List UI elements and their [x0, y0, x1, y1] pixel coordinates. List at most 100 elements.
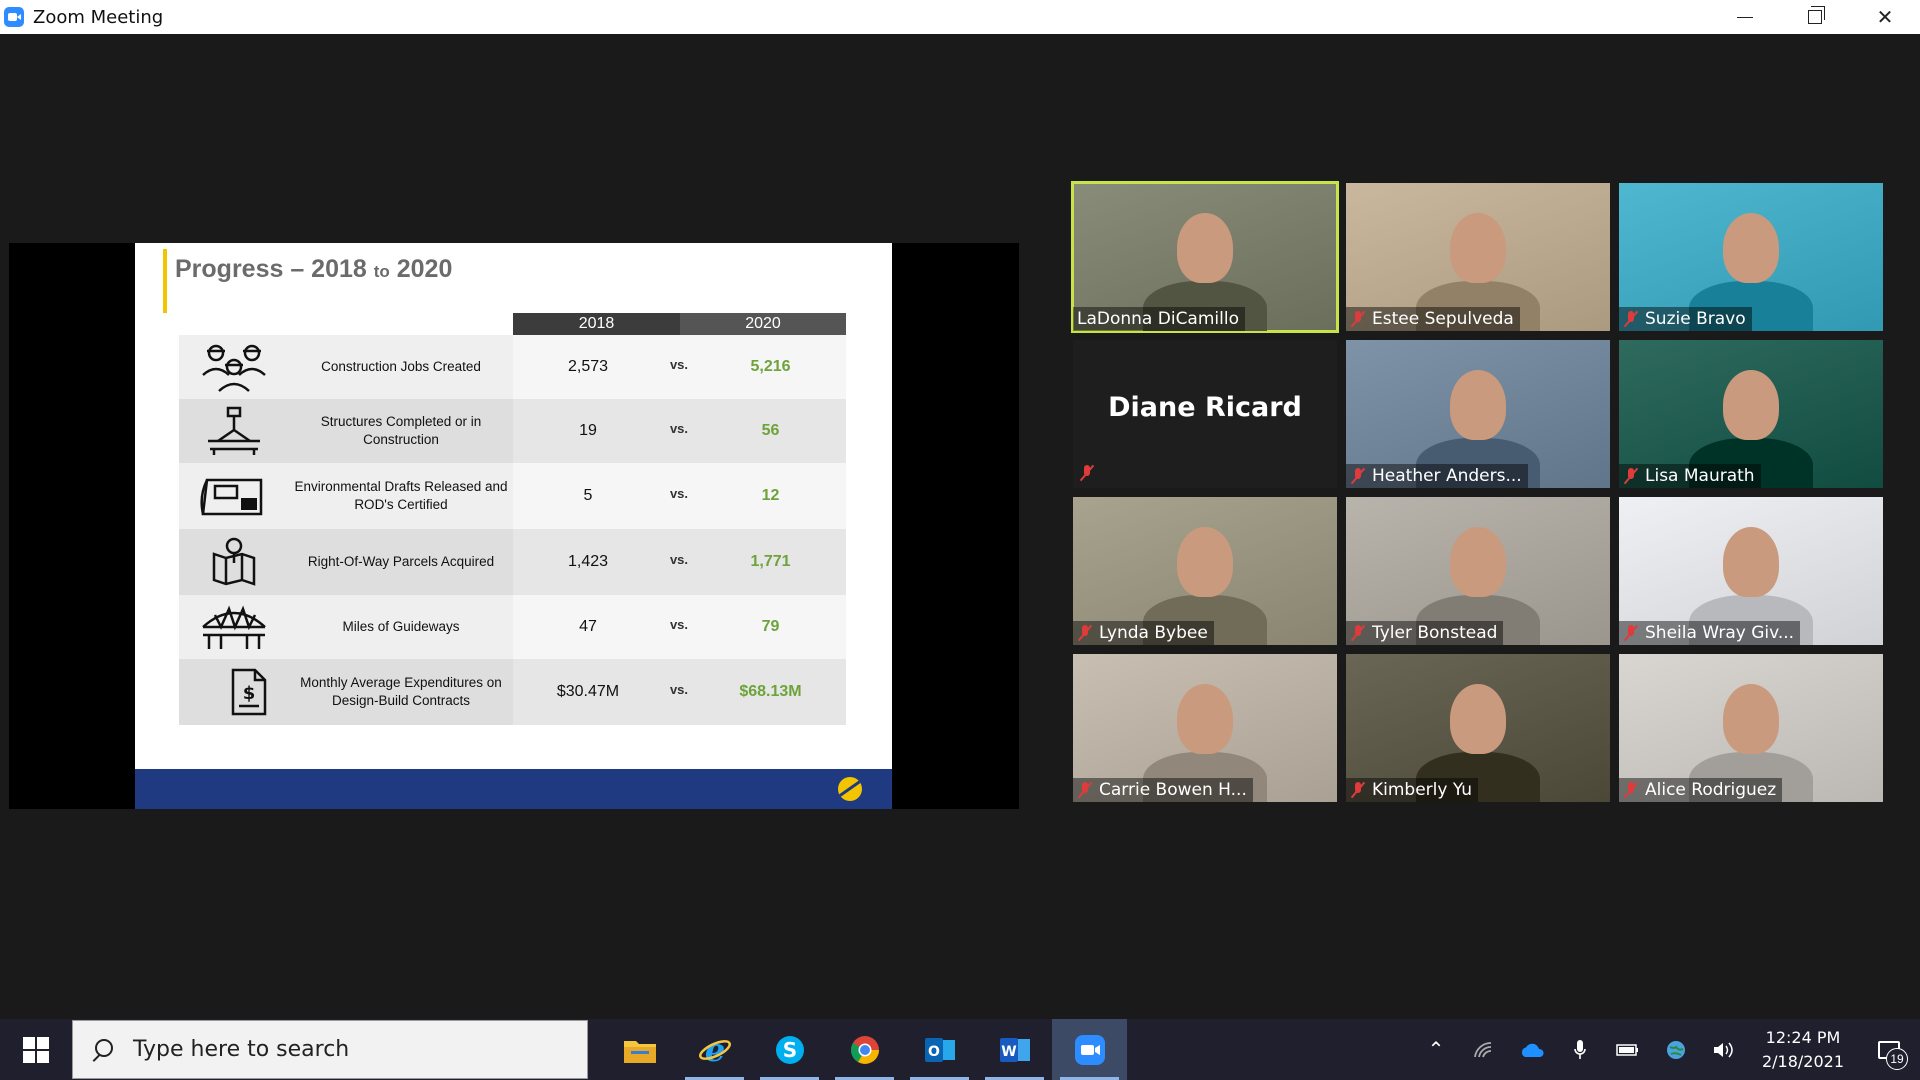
shared-screen[interactable]: Progress – 2018 to 2020 2018 2020 Constr…	[9, 243, 1019, 809]
network-globe-icon[interactable]	[1652, 1019, 1700, 1080]
outlook-icon: O	[924, 1037, 955, 1062]
value-2018: 2,573	[567, 358, 609, 375]
file-explorer-button[interactable]	[602, 1019, 677, 1080]
participant-name-large: Diane Ricard	[1108, 392, 1302, 423]
vs-label: vs.	[669, 681, 689, 697]
outlook-button[interactable]: O	[902, 1019, 977, 1080]
participant-tile[interactable]: Estee Sepulveda	[1346, 183, 1610, 331]
header-2018: 2018	[513, 313, 680, 335]
participant-name: Sheila Wray Giv...	[1645, 623, 1795, 643]
muted-mic-icon	[1350, 467, 1366, 485]
action-center-button[interactable]: 19	[1858, 1019, 1920, 1080]
participant-name-bar: Alice Rodriguez	[1619, 778, 1783, 802]
word-icon: W	[999, 1037, 1030, 1062]
table-row: $ Monthly Average Expenditures on Design…	[179, 659, 846, 725]
window-titlebar[interactable]: Zoom Meeting ✕	[0, 0, 1920, 34]
participant-name: Kimberly Yu	[1372, 780, 1473, 800]
participant-tile[interactable]: Lisa Maurath	[1619, 340, 1883, 488]
participant-tile[interactable]: Sheila Wray Giv...	[1619, 497, 1883, 645]
participant-video-head	[1177, 684, 1233, 754]
svg-text:S: S	[782, 1038, 796, 1062]
skype-button[interactable]: S	[752, 1019, 827, 1080]
participant-name-bar: Kimberly Yu	[1346, 778, 1479, 802]
row-label: Environmental Drafts Released and ROD's …	[294, 479, 508, 512]
restore-icon	[1808, 6, 1825, 24]
muted-mic-icon	[1350, 310, 1366, 328]
chrome-icon	[850, 1035, 879, 1064]
value-2020: 1,771	[750, 553, 791, 570]
internet-explorer-icon: e	[698, 1033, 731, 1067]
muted-mic-icon	[1077, 781, 1093, 799]
muted-mic-icon	[1623, 781, 1639, 799]
windows-taskbar: Type here to search e S O W ⌃ 12:24 PM 2…	[0, 1019, 1920, 1080]
value-2020: 12	[761, 487, 780, 504]
table-row: Structures Completed or in Construction …	[179, 399, 846, 463]
value-2020: 56	[761, 422, 780, 439]
muted-mic-icon	[1077, 624, 1093, 642]
slide-title: Progress – 2018 to 2020	[175, 255, 452, 284]
table-header: 2018 2020	[513, 313, 846, 335]
vs-label: vs.	[669, 616, 689, 632]
row-values: 47 vs. 79	[513, 595, 846, 659]
slide-footer	[135, 769, 892, 809]
window-controls: ✕	[1710, 0, 1920, 34]
participant-tile[interactable]: Alice Rodriguez	[1619, 654, 1883, 802]
battery-icon[interactable]	[1604, 1019, 1652, 1080]
minimize-button[interactable]	[1710, 0, 1780, 34]
crane-bridge-icon	[179, 399, 289, 463]
zoom-button[interactable]	[1052, 1019, 1127, 1080]
microphone-icon[interactable]	[1556, 1019, 1604, 1080]
participant-name-bar: Lynda Bybee	[1073, 621, 1214, 645]
muted-mic-icon	[1623, 467, 1639, 485]
participant-video-head	[1177, 527, 1233, 597]
participant-tile[interactable]: Tyler Bonstead	[1346, 497, 1610, 645]
taskbar-clock[interactable]: 12:24 PM 2/18/2021	[1748, 1026, 1858, 1074]
muted-mic-icon	[1079, 464, 1095, 482]
participant-tile[interactable]: LaDonna DiCamillo	[1071, 181, 1339, 333]
show-hidden-icons-button[interactable]: ⌃	[1412, 1019, 1460, 1080]
wifi-icon[interactable]	[1460, 1019, 1508, 1080]
participant-video-head	[1177, 213, 1233, 283]
pinned-apps: e S O W	[602, 1019, 1127, 1080]
window-title: Zoom Meeting	[33, 6, 164, 28]
participant-video-head	[1723, 213, 1779, 283]
value-2020: 79	[761, 618, 780, 635]
participant-video-head	[1723, 684, 1779, 754]
file-explorer-icon	[623, 1040, 656, 1063]
participant-tile[interactable]: Suzie Bravo	[1619, 183, 1883, 331]
row-values: 5 vs. 12	[513, 463, 846, 529]
chrome-button[interactable]	[827, 1019, 902, 1080]
word-button[interactable]: W	[977, 1019, 1052, 1080]
table-row: Construction Jobs Created 2,573 vs. 5,21…	[179, 335, 846, 399]
taskbar-search-box[interactable]: Type here to search	[72, 1020, 588, 1079]
agency-logo-icon	[838, 777, 862, 801]
dollar-document-icon: $	[179, 659, 289, 725]
participant-name-bar: Estee Sepulveda	[1346, 307, 1520, 331]
participant-name: LaDonna DiCamillo	[1077, 309, 1239, 329]
clock-date: 2/18/2021	[1761, 1051, 1845, 1071]
participant-name: Tyler Bonstead	[1372, 623, 1498, 643]
internet-explorer-button[interactable]: e	[677, 1019, 752, 1080]
participant-tile[interactable]: Carrie Bowen H...	[1073, 654, 1337, 802]
start-button[interactable]	[0, 1019, 72, 1080]
close-button[interactable]: ✕	[1850, 0, 1920, 34]
participant-tile[interactable]: Diane Ricard	[1073, 340, 1337, 488]
vs-label: vs.	[669, 356, 689, 372]
clock-time: 12:24 PM	[1765, 1027, 1841, 1047]
row-label: Monthly Average Expenditures on Design-B…	[300, 675, 502, 708]
vs-label: vs.	[669, 420, 689, 436]
vs-label: vs.	[669, 485, 689, 501]
meeting-area: Progress – 2018 to 2020 2018 2020 Constr…	[0, 34, 1920, 1019]
row-label: Miles of Guideways	[342, 619, 460, 635]
participant-name: Estee Sepulveda	[1372, 309, 1514, 329]
restore-button[interactable]	[1780, 0, 1850, 34]
participant-tile[interactable]: Kimberly Yu	[1346, 654, 1610, 802]
presentation-slide: Progress – 2018 to 2020 2018 2020 Constr…	[135, 243, 892, 809]
search-placeholder: Type here to search	[133, 1037, 350, 1062]
participant-tile[interactable]: Lynda Bybee	[1073, 497, 1337, 645]
volume-icon[interactable]	[1700, 1019, 1748, 1080]
onedrive-icon[interactable]	[1508, 1019, 1556, 1080]
participant-tile[interactable]: Heather Anders...	[1346, 340, 1610, 488]
participant-name-bar: Tyler Bonstead	[1346, 621, 1504, 645]
notification-count: 19	[1886, 1048, 1908, 1070]
